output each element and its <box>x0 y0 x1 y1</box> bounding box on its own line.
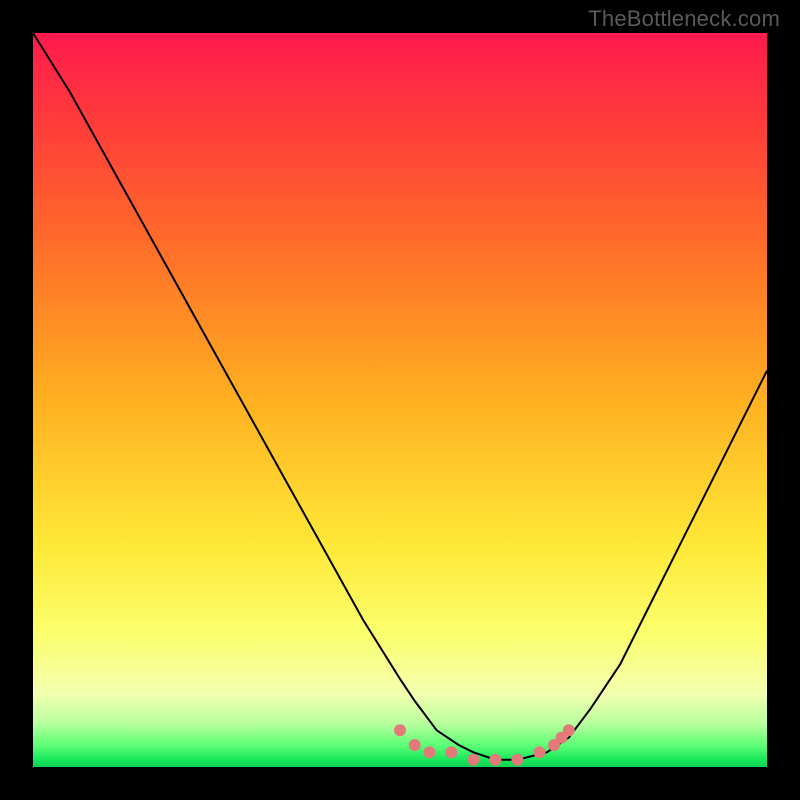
marker-dot <box>467 754 479 766</box>
marker-dot <box>563 724 575 736</box>
chart-frame: TheBottleneck.com <box>0 0 800 800</box>
bottleneck-curve <box>33 33 767 760</box>
plot-area <box>33 33 767 767</box>
marker-dot <box>534 746 546 758</box>
marker-dots <box>394 724 575 765</box>
marker-dot <box>489 754 501 766</box>
marker-dot <box>394 724 406 736</box>
marker-dot <box>445 746 457 758</box>
marker-dot <box>409 739 421 751</box>
marker-dot <box>511 754 523 766</box>
watermark-text: TheBottleneck.com <box>588 6 780 32</box>
marker-dot <box>423 746 435 758</box>
curve-svg <box>33 33 767 767</box>
